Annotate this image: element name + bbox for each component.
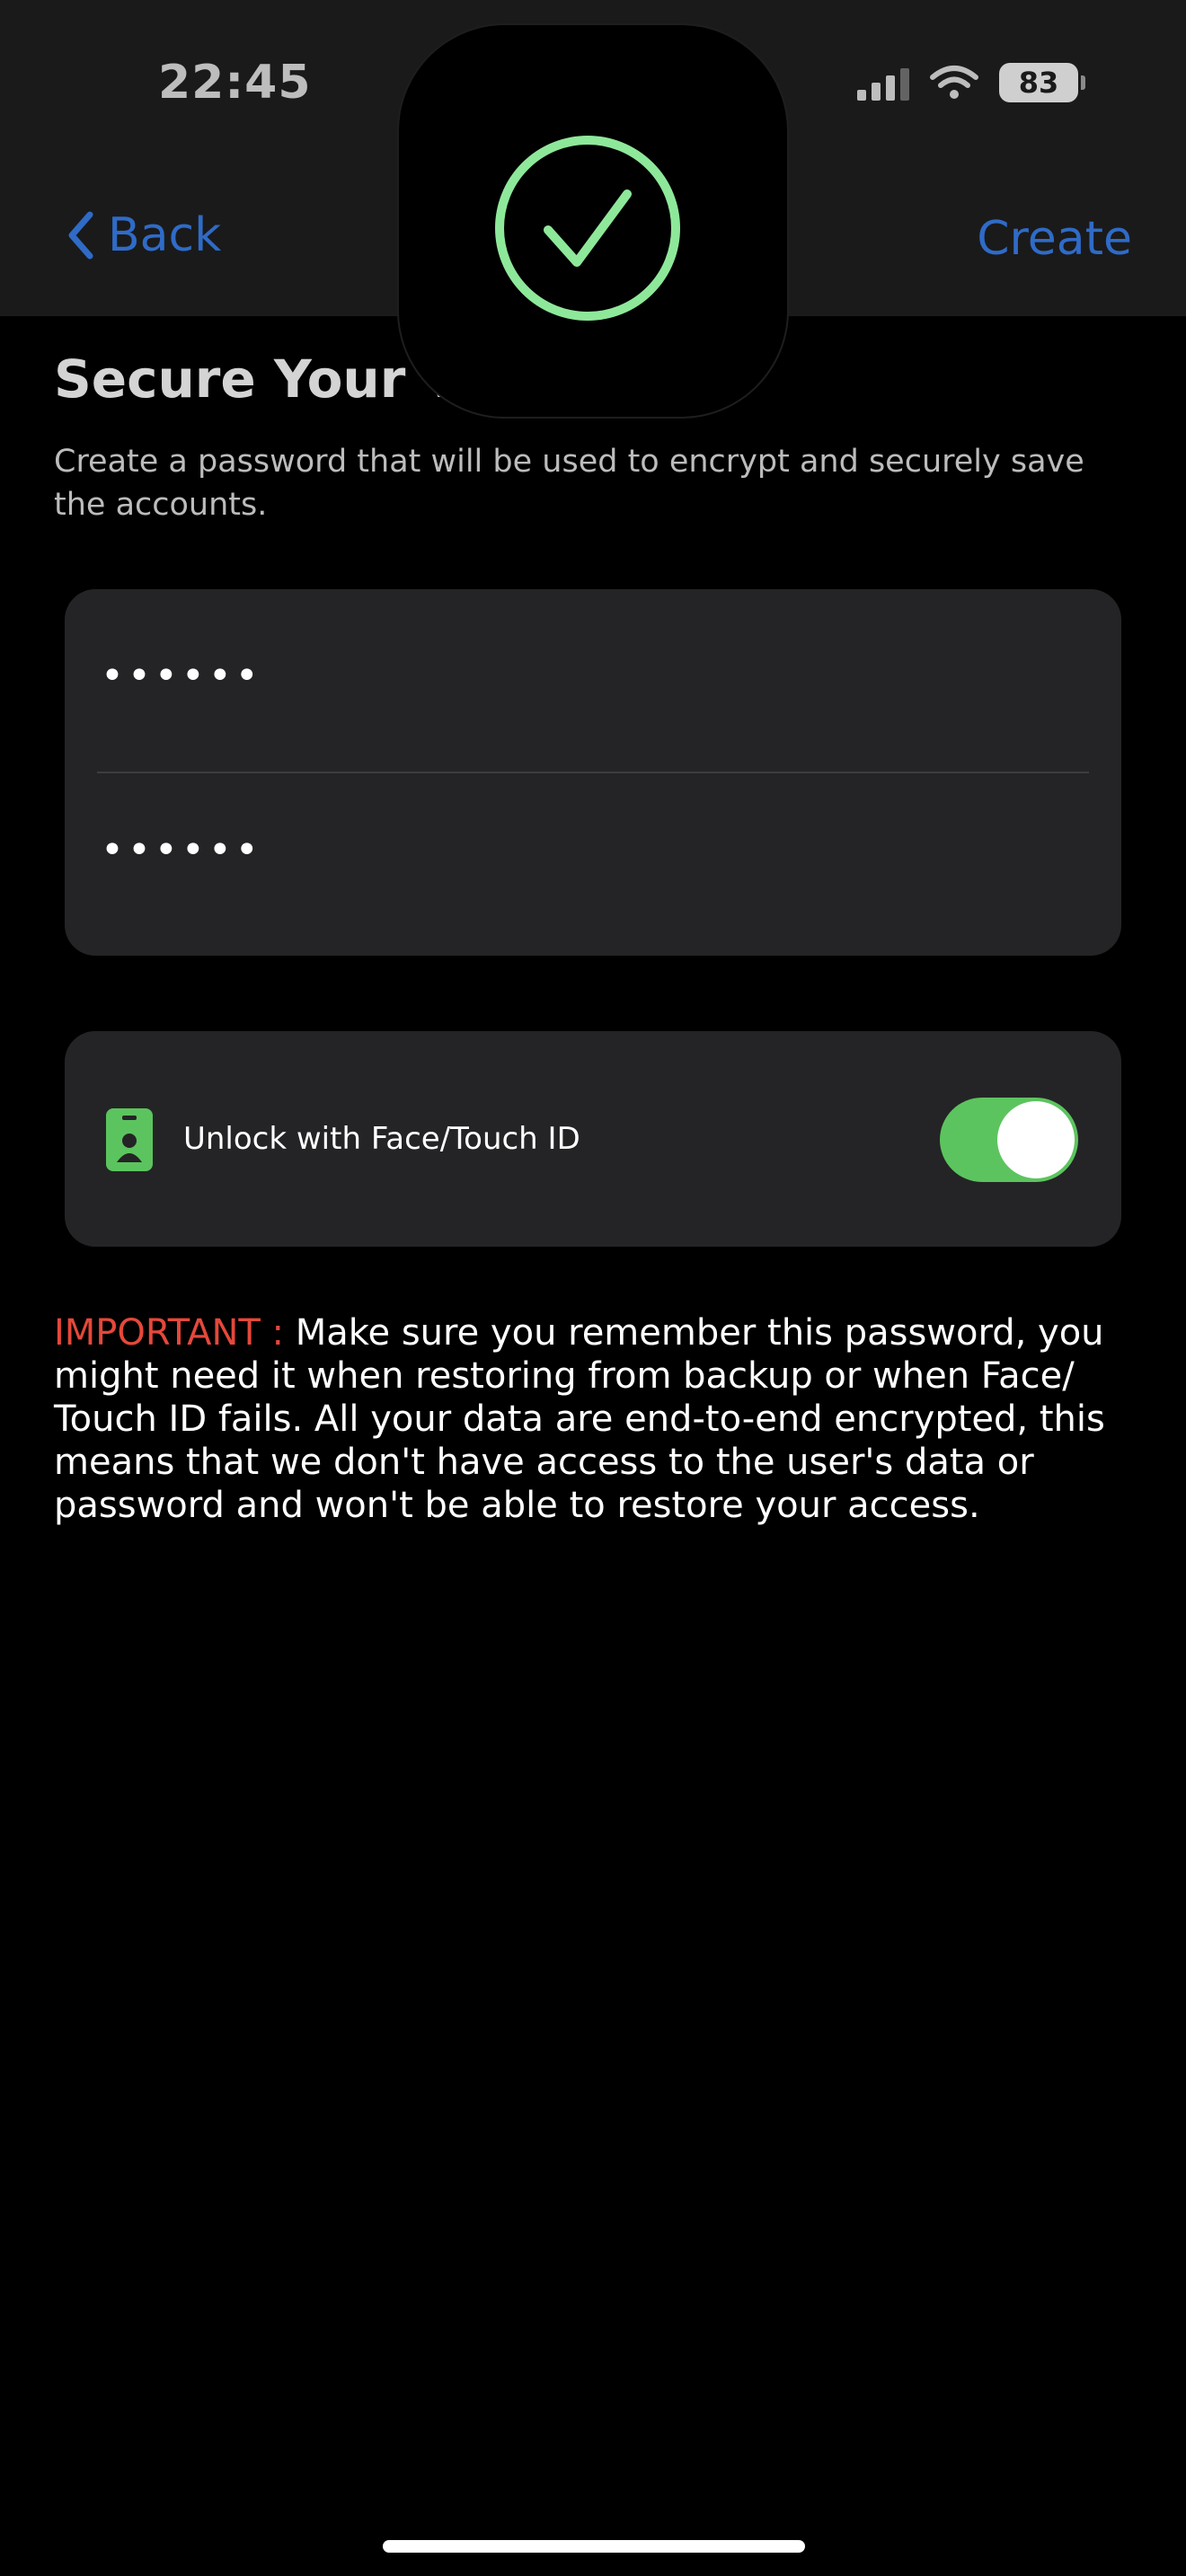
checkmark-circle-icon xyxy=(495,136,680,321)
cellular-signal-icon xyxy=(857,65,909,101)
status-time: 22:45 xyxy=(158,56,312,110)
page-subtitle: Create a password that will be used to e… xyxy=(54,444,1084,523)
battery-icon: 83 xyxy=(999,63,1085,102)
back-label: Back xyxy=(108,208,222,262)
biometrics-card: Unlock with Face/Touch ID xyxy=(65,1031,1121,1247)
wifi-icon xyxy=(930,66,978,99)
biometrics-label: Unlock with Face/Touch ID xyxy=(183,1121,580,1157)
toggle-knob xyxy=(997,1101,1075,1178)
back-button[interactable]: Back xyxy=(65,208,221,262)
status-indicators: 83 xyxy=(857,63,1085,102)
password-card: •••••• •••••• xyxy=(65,589,1121,956)
password-field[interactable]: •••••• xyxy=(101,595,1089,756)
important-notice: IMPORTANT : Make sure you remember this … xyxy=(54,1311,1132,1527)
id-badge-icon xyxy=(106,1108,153,1171)
biometrics-toggle[interactable] xyxy=(940,1098,1078,1182)
chevron-left-icon xyxy=(68,211,93,260)
create-button[interactable]: Create xyxy=(977,212,1132,266)
success-hud xyxy=(399,25,787,417)
home-indicator[interactable] xyxy=(383,2540,805,2553)
confirm-password-field[interactable]: •••••• xyxy=(101,769,1089,931)
important-prefix: IMPORTANT : xyxy=(54,1312,296,1354)
